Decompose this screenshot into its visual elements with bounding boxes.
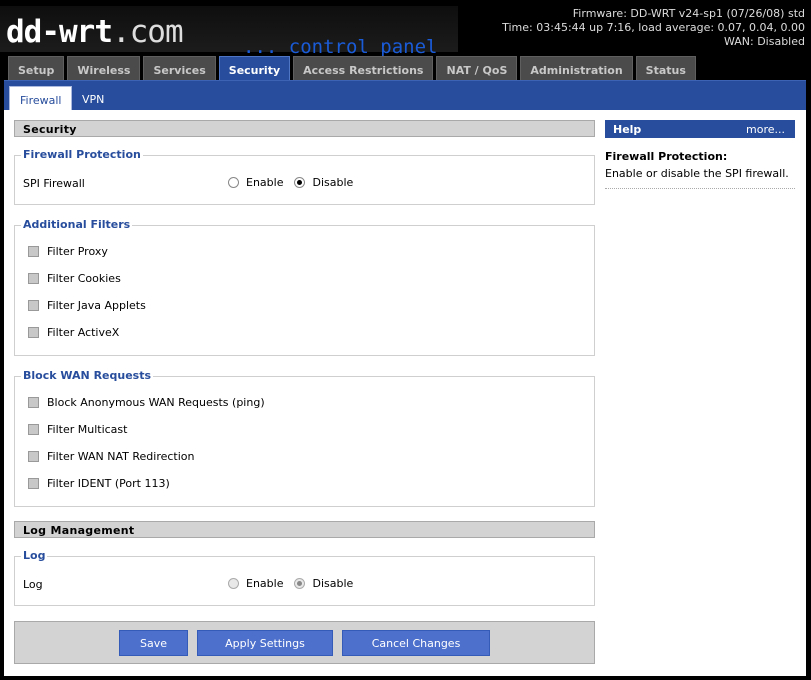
filter-proxy-label: Filter Proxy xyxy=(47,245,108,258)
sub-navigation: Firewall VPN xyxy=(4,80,806,111)
filter-cookies-checkbox[interactable] xyxy=(28,273,39,284)
button-bar: Save Apply Settings Cancel Changes xyxy=(14,621,595,664)
block-wan-group: Block WAN Requests Block Anonymous WAN R… xyxy=(14,369,595,507)
logo-com-text: .com xyxy=(111,14,184,50)
content-panel: Security Firewall Protection SPI Firewal… xyxy=(4,110,806,676)
log-enable-label: Enable xyxy=(246,577,284,590)
log-enable-radio[interactable] xyxy=(228,578,239,589)
tab-security[interactable]: Security xyxy=(218,56,291,80)
firewall-protection-legend: Firewall Protection xyxy=(21,148,143,161)
apply-settings-button[interactable]: Apply Settings xyxy=(197,630,333,656)
wan-status: WAN: Disabled xyxy=(723,35,805,48)
filter-java-label: Filter Java Applets xyxy=(47,299,146,312)
filter-multicast-label: Filter Multicast xyxy=(47,423,128,436)
tab-status[interactable]: Status xyxy=(635,56,696,80)
firewall-protection-group: Firewall Protection SPI Firewall Enable … xyxy=(14,148,595,205)
tab-access-restrictions[interactable]: Access Restrictions xyxy=(293,56,434,80)
filter-proxy-row: Filter Proxy xyxy=(28,245,108,258)
spi-disable-label: Disable xyxy=(312,176,354,189)
save-button[interactable]: Save xyxy=(119,630,188,656)
log-radio-group: Enable Disable xyxy=(228,577,364,590)
log-disable-label: Disable xyxy=(312,577,354,590)
filter-proxy-checkbox[interactable] xyxy=(28,246,39,257)
subtab-vpn[interactable]: VPN xyxy=(72,86,114,111)
filter-multicast-row: Filter Multicast xyxy=(28,423,127,436)
help-topic: Firewall Protection: xyxy=(605,150,728,163)
filter-cookies-row: Filter Cookies xyxy=(28,272,121,285)
cancel-changes-button[interactable]: Cancel Changes xyxy=(342,630,490,656)
logo: dd-wrt.com xyxy=(6,14,184,50)
help-more-link[interactable]: more... xyxy=(746,123,785,136)
firmware-info: Firmware: DD-WRT v24-sp1 (07/26/08) std … xyxy=(502,7,805,49)
filter-nat-redirection-checkbox[interactable] xyxy=(28,451,39,462)
filter-ident-row: Filter IDENT (Port 113) xyxy=(28,477,170,490)
tab-nat-qos[interactable]: NAT / QoS xyxy=(436,56,518,80)
block-wan-legend: Block WAN Requests xyxy=(21,369,154,382)
firmware-version: Firmware: DD-WRT v24-sp1 (07/26/08) std xyxy=(572,7,805,20)
log-legend: Log xyxy=(21,549,48,562)
filter-java-row: Filter Java Applets xyxy=(28,299,146,312)
block-ping-label: Block Anonymous WAN Requests (ping) xyxy=(47,396,265,409)
log-group: Log Log Enable Disable xyxy=(14,549,595,606)
filter-ident-checkbox[interactable] xyxy=(28,478,39,489)
filter-activex-row: Filter ActiveX xyxy=(28,326,119,339)
security-section-title: Security xyxy=(14,120,595,137)
spi-enable-radio[interactable] xyxy=(228,177,239,188)
help-title: Help xyxy=(613,123,642,136)
header: dd-wrt.com ... control panel Firmware: D… xyxy=(0,0,811,58)
filter-activex-label: Filter ActiveX xyxy=(47,326,120,339)
filter-java-checkbox[interactable] xyxy=(28,300,39,311)
spi-disable-radio[interactable] xyxy=(294,177,306,188)
block-ping-checkbox[interactable] xyxy=(28,397,39,408)
log-section-title: Log Management xyxy=(14,521,595,538)
uptime-load: Time: 03:45:44 up 7:16, load average: 0.… xyxy=(502,21,805,34)
log-disable-radio[interactable] xyxy=(294,578,306,589)
tab-services[interactable]: Services xyxy=(143,56,216,80)
tab-setup[interactable]: Setup xyxy=(8,56,65,80)
filter-nat-redirection-row: Filter WAN NAT Redirection xyxy=(28,450,195,463)
filter-ident-label: Filter IDENT (Port 113) xyxy=(47,477,170,490)
tab-wireless[interactable]: Wireless xyxy=(67,56,141,80)
filter-multicast-checkbox[interactable] xyxy=(28,424,39,435)
main-tabs: Setup Wireless Services Security Access … xyxy=(8,56,699,80)
additional-filters-legend: Additional Filters xyxy=(21,218,133,231)
log-label: Log xyxy=(23,578,43,591)
help-text: Enable or disable the SPI firewall. xyxy=(605,167,789,180)
block-ping-row: Block Anonymous WAN Requests (ping) xyxy=(28,396,265,409)
spi-firewall-label: SPI Firewall xyxy=(23,177,85,190)
tab-administration[interactable]: Administration xyxy=(520,56,633,80)
spi-firewall-radio-group: Enable Disable xyxy=(228,176,364,189)
help-header: Help more... xyxy=(605,120,795,138)
logo-main-text: dd-wrt xyxy=(6,14,113,50)
spi-enable-label: Enable xyxy=(246,176,284,189)
filter-activex-checkbox[interactable] xyxy=(28,327,39,338)
logo-banner: dd-wrt.com ... control panel xyxy=(0,6,458,58)
filter-cookies-label: Filter Cookies xyxy=(47,272,121,285)
help-divider xyxy=(605,188,795,189)
additional-filters-group: Additional Filters Filter Proxy Filter C… xyxy=(14,218,595,356)
filter-nat-redirection-label: Filter WAN NAT Redirection xyxy=(47,450,195,463)
control-panel-title: ... control panel xyxy=(243,36,438,58)
subtab-firewall[interactable]: Firewall xyxy=(9,86,73,111)
